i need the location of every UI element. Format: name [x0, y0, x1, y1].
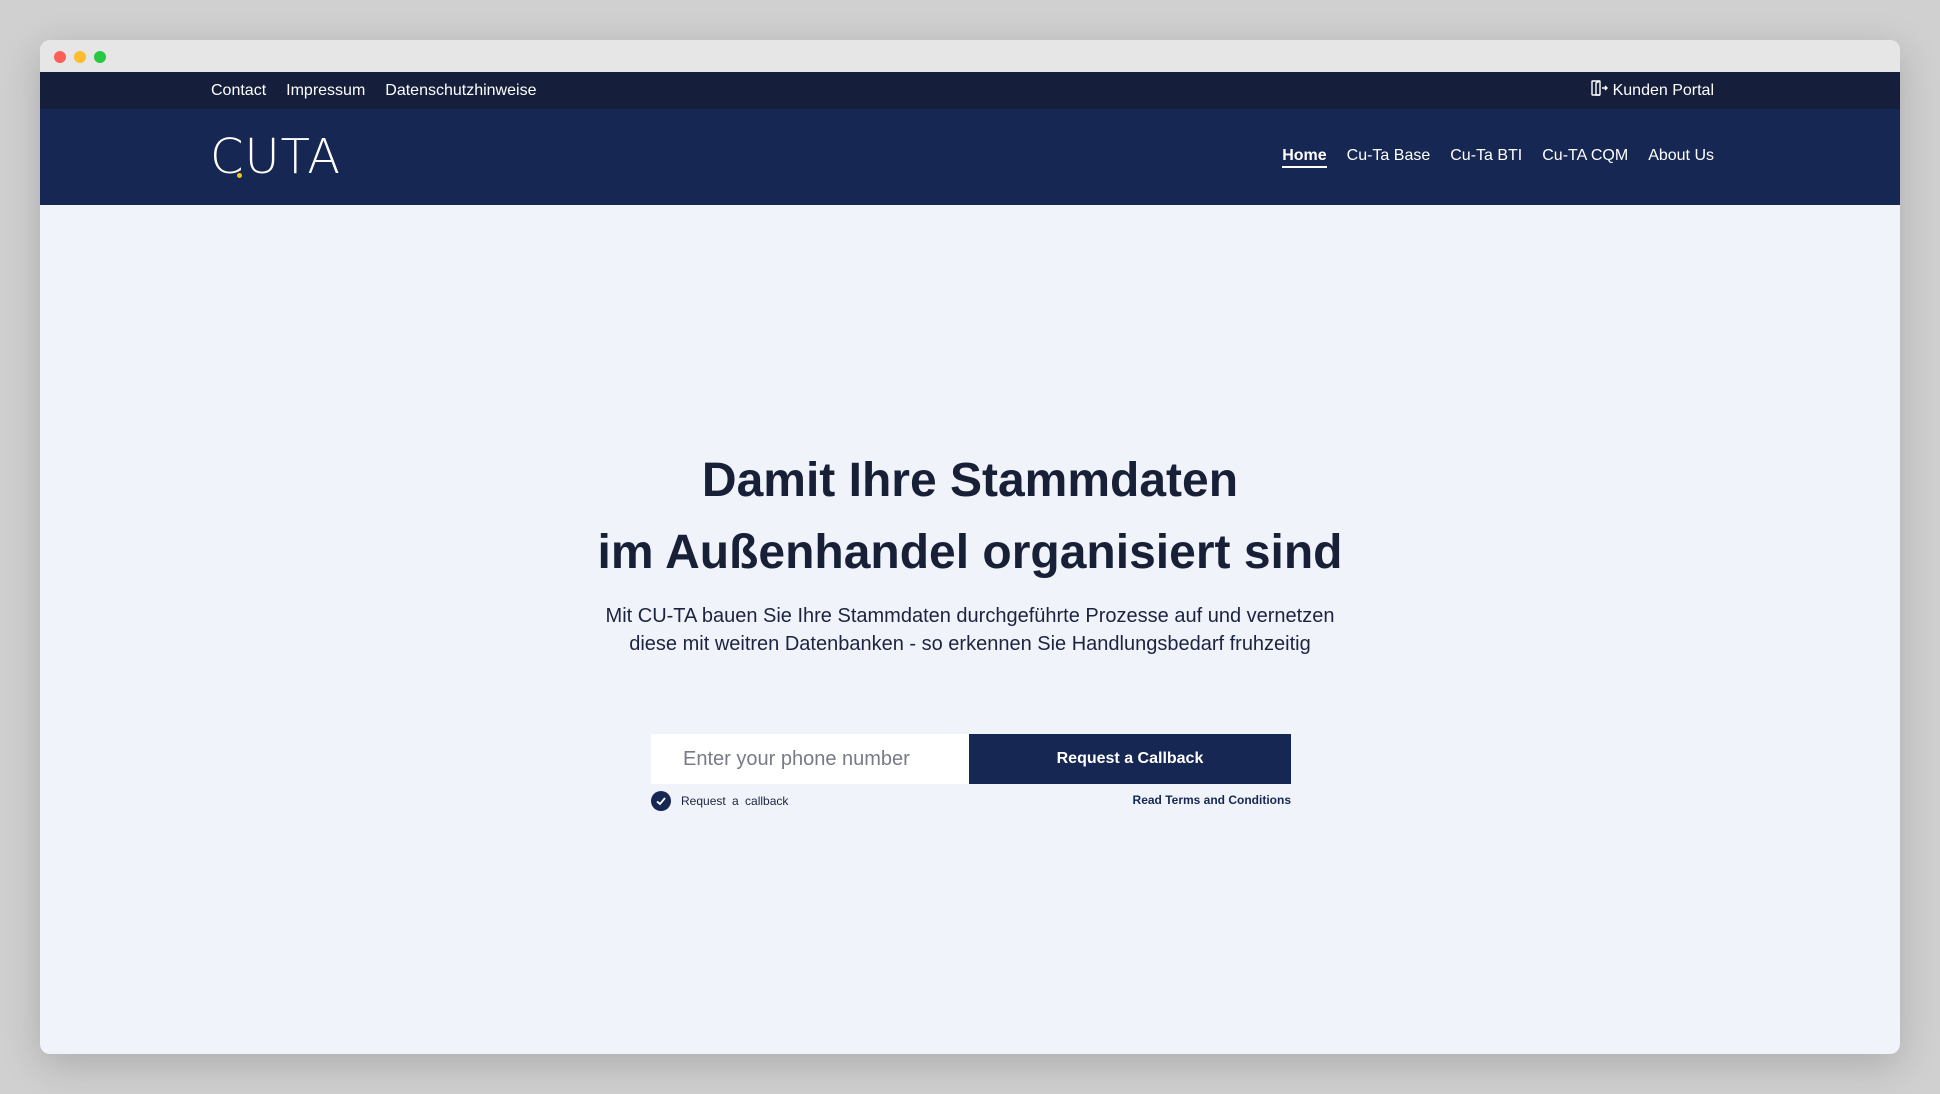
main-navbar: CUTA Home Cu-Ta Base Cu-Ta BTI Cu-TA CQM… [40, 109, 1900, 205]
nav-item-cu-ta-cqm[interactable]: Cu-TA CQM [1542, 147, 1628, 168]
door-exit-icon [1590, 79, 1608, 102]
callback-form: Request a Callback [651, 734, 1291, 784]
main-nav: Home Cu-Ta Base Cu-Ta BTI Cu-TA CQM Abou… [1282, 109, 1714, 205]
kunden-portal-link[interactable]: Kunden Portal [1590, 72, 1714, 109]
minimize-window-button[interactable] [74, 51, 86, 63]
window-titlebar [40, 40, 1900, 72]
nav-item-cu-ta-bti[interactable]: Cu-Ta BTI [1450, 147, 1522, 168]
maximize-window-button[interactable] [94, 51, 106, 63]
kunden-portal-label: Kunden Portal [1612, 81, 1714, 99]
hero-headline: Damit Ihre Stammdaten im Außenhandel org… [40, 445, 1900, 589]
contact-link[interactable]: Contact [211, 82, 266, 100]
top-utility-bar: Contact Impressum Datenschutzhinweise Ku… [40, 72, 1900, 109]
request-callback-checkbox[interactable]: Request a callback [651, 791, 788, 811]
checkmark-icon [651, 791, 671, 811]
datenschutz-link[interactable]: Datenschutzhinweise [385, 82, 536, 100]
impressum-link[interactable]: Impressum [286, 82, 365, 100]
close-window-button[interactable] [54, 51, 66, 63]
browser-window: Contact Impressum Datenschutzhinweise Ku… [40, 40, 1900, 1054]
terms-link[interactable]: Read Terms and Conditions [1133, 793, 1291, 807]
checkbox-label: Request a callback [681, 794, 789, 808]
callback-form-meta: Request a callback Read Terms and Condit… [651, 791, 1291, 813]
phone-number-input[interactable] [651, 734, 969, 784]
nav-item-home[interactable]: Home [1282, 147, 1327, 168]
hero-headline-line2: im Außenhandel organisiert sind [597, 526, 1343, 579]
logo-accent-dot [237, 173, 242, 178]
cuta-logo[interactable]: CUTA [210, 133, 341, 181]
hero-section: Damit Ihre Stammdaten im Außenhandel org… [40, 205, 1900, 1054]
request-callback-button[interactable]: Request a Callback [969, 734, 1291, 784]
logo-text: CUTA [210, 129, 342, 185]
nav-item-cu-ta-base[interactable]: Cu-Ta Base [1347, 147, 1431, 168]
hero-headline-line1: Damit Ihre Stammdaten [701, 454, 1239, 507]
top-links: Contact Impressum Datenschutzhinweise [211, 72, 536, 109]
nav-item-about-us[interactable]: About Us [1648, 147, 1714, 168]
hero-subtext: Mit CU-TA bauen Sie Ihre Stammdaten durc… [605, 605, 1335, 655]
